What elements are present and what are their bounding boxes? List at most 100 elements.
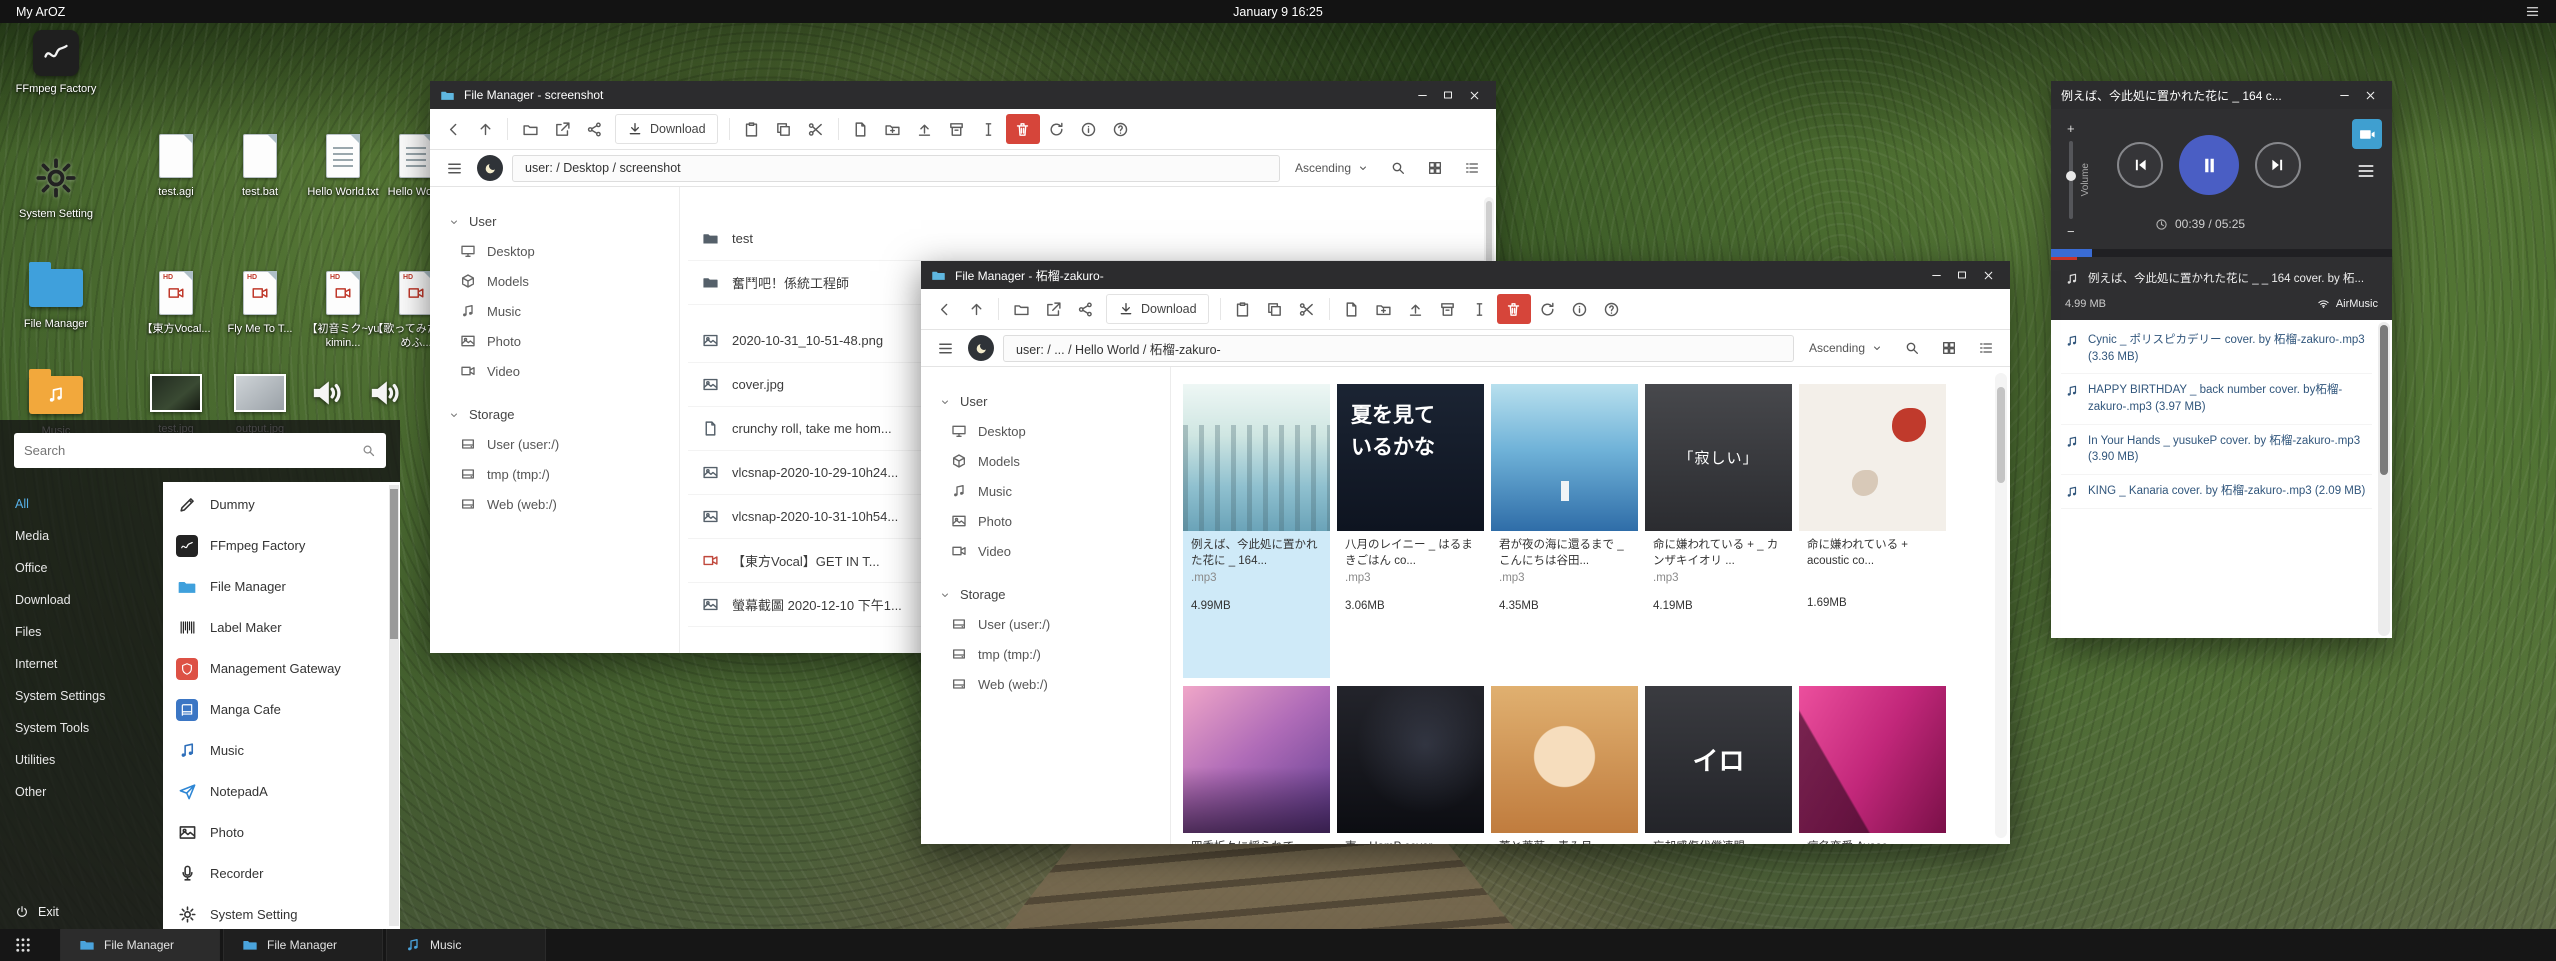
- app-item-system-setting[interactable]: System Setting: [163, 894, 400, 929]
- sidebar-toggle-button[interactable]: [931, 334, 959, 362]
- sidebar-item-desktop[interactable]: Desktop: [430, 236, 679, 266]
- desktop-file[interactable]: test.agi: [128, 131, 224, 200]
- category-system-settings[interactable]: System Settings: [0, 680, 163, 712]
- sidebar-item-music[interactable]: Music: [430, 296, 679, 326]
- sidebar-item-models[interactable]: Models: [921, 446, 1170, 476]
- scrollbar-thumb[interactable]: [1997, 387, 2005, 483]
- new-folder-button[interactable]: [878, 114, 908, 144]
- file-tile[interactable]: 君が夜の海に還るまで _ こんにちは谷田....mp34.35MB: [1491, 384, 1638, 678]
- rename-button[interactable]: [1465, 294, 1495, 324]
- archive-button[interactable]: [1433, 294, 1463, 324]
- file-tile[interactable]: 夏を見て いるかな 八月のレイニー _ はるまきごはん co....mp33.0…: [1337, 384, 1484, 678]
- sidebar-section-storage[interactable]: Storage: [430, 400, 679, 429]
- category-download[interactable]: Download: [0, 584, 163, 616]
- dark-mode-toggle[interactable]: [968, 335, 994, 361]
- desktop-file-audio[interactable]: [300, 368, 356, 423]
- breadcrumb[interactable]: user: / Desktop / screenshot: [512, 155, 1280, 182]
- app-item-ffmpeg-factory[interactable]: FFmpeg Factory: [163, 525, 400, 566]
- new-file-button[interactable]: [846, 114, 876, 144]
- topbar-menu-icon[interactable]: [2525, 4, 2540, 19]
- cut-button[interactable]: [801, 114, 831, 144]
- start-menu-button[interactable]: My ArOZ: [16, 5, 65, 19]
- sidebar-item-web-drive[interactable]: Web (web:/): [921, 669, 1170, 699]
- file-tile-selected[interactable]: 例えば、今此処に置かれた花に _ 164....mp34.99MB: [1183, 384, 1330, 678]
- titlebar[interactable]: 例えば、今此処に置かれた花に _ 164 c...: [2051, 81, 2392, 109]
- open-in-new-window-button[interactable]: [1038, 294, 1068, 324]
- taskbar-task-music[interactable]: Music: [386, 929, 546, 961]
- scrollbar-thumb[interactable]: [390, 489, 398, 639]
- open-button[interactable]: [1006, 294, 1036, 324]
- sidebar-item-web-drive[interactable]: Web (web:/): [430, 489, 679, 519]
- delete-button[interactable]: [1006, 114, 1040, 144]
- category-other[interactable]: Other: [0, 776, 163, 808]
- file-tile[interactable]: 病名恋愛 Avase...: [1799, 686, 1946, 844]
- previous-track-button[interactable]: [2117, 142, 2163, 188]
- search-input[interactable]: [24, 443, 353, 458]
- category-media[interactable]: Media: [0, 520, 163, 552]
- scrollbar[interactable]: [1995, 373, 2007, 838]
- refresh-button[interactable]: [1042, 114, 1072, 144]
- desktop-shortcut-file-manager[interactable]: File Manager: [8, 263, 104, 332]
- rename-button[interactable]: [974, 114, 1004, 144]
- close-button[interactable]: [1462, 84, 1486, 106]
- open-button[interactable]: [515, 114, 545, 144]
- category-office[interactable]: Office: [0, 552, 163, 584]
- playlist-item[interactable]: Cynic _ ポリスピカデリー cover. by 柘榴-zakuro-.mp…: [2061, 324, 2372, 374]
- paste-button[interactable]: [1228, 294, 1258, 324]
- category-all[interactable]: All: [0, 488, 163, 520]
- share-button[interactable]: [579, 114, 609, 144]
- volume-handle[interactable]: [2066, 171, 2076, 181]
- playlist-item[interactable]: HAPPY BIRTHDAY _ back number cover. by柘榴…: [2061, 374, 2372, 424]
- scrollbar[interactable]: [2378, 322, 2390, 636]
- desktop-file-audio[interactable]: [358, 368, 414, 423]
- app-item-label-maker[interactable]: Label Maker: [163, 607, 400, 648]
- share-button[interactable]: [1070, 294, 1100, 324]
- app-item-music[interactable]: Music: [163, 730, 400, 771]
- playlist-item[interactable]: In Your Hands _ yusukeP cover. by 柘榴-zak…: [2061, 425, 2372, 475]
- cut-button[interactable]: [1292, 294, 1322, 324]
- paste-button[interactable]: [737, 114, 767, 144]
- archive-button[interactable]: [942, 114, 972, 144]
- grid-view-button[interactable]: [1935, 334, 1963, 362]
- app-item-notepada[interactable]: NotepadA: [163, 771, 400, 812]
- back-button[interactable]: [438, 114, 468, 144]
- category-files[interactable]: Files: [0, 616, 163, 648]
- category-utilities[interactable]: Utilities: [0, 744, 163, 776]
- sidebar-section-user[interactable]: User: [430, 207, 679, 236]
- playlist-item[interactable]: KING _ Kanaria cover. by 柘榴-zakuro-.mp3 …: [2061, 475, 2372, 509]
- taskbar-task-file-manager-1[interactable]: File Manager: [60, 929, 220, 961]
- sort-order-dropdown[interactable]: Ascending: [1295, 161, 1369, 175]
- app-item-recorder[interactable]: Recorder: [163, 853, 400, 894]
- seek-bar[interactable]: [2051, 249, 2392, 257]
- app-item-photo[interactable]: Photo: [163, 812, 400, 853]
- maximize-button[interactable]: [1950, 264, 1974, 286]
- upload-button[interactable]: [910, 114, 940, 144]
- app-launcher-button[interactable]: [0, 929, 46, 961]
- copy-button[interactable]: [1260, 294, 1290, 324]
- sidebar-item-video[interactable]: Video: [430, 356, 679, 386]
- properties-button[interactable]: [1074, 114, 1104, 144]
- sidebar-item-tmp-drive[interactable]: tmp (tmp:/): [921, 639, 1170, 669]
- file-tile[interactable]: 「寂しい」 命に嫌われている + _ カンザキイオリ ....mp34.19MB: [1645, 384, 1792, 678]
- volume-slider[interactable]: + − Volume: [2067, 121, 2091, 239]
- sidebar-item-video[interactable]: Video: [921, 536, 1170, 566]
- new-file-button[interactable]: [1337, 294, 1367, 324]
- search-button[interactable]: [1898, 334, 1926, 362]
- file-tile[interactable]: 蕾と薔薇 _ 青み月...: [1491, 686, 1638, 844]
- sidebar-item-photo[interactable]: Photo: [921, 506, 1170, 536]
- close-button[interactable]: [2358, 84, 2382, 106]
- sidebar-item-user-drive[interactable]: User (user:/): [430, 429, 679, 459]
- upload-button[interactable]: [1401, 294, 1431, 324]
- breadcrumb[interactable]: user: / ... / Hello World / 柘榴-zakuro-: [1003, 335, 1794, 362]
- download-button[interactable]: Download: [1106, 294, 1209, 324]
- volume-track[interactable]: [2069, 141, 2073, 219]
- app-item-management-gateway[interactable]: Management Gateway: [163, 648, 400, 689]
- desktop-file[interactable]: HDFly Me To T...: [212, 268, 308, 337]
- sidebar-toggle-button[interactable]: [440, 154, 468, 182]
- minimize-button[interactable]: [2332, 84, 2356, 106]
- volume-up[interactable]: +: [2067, 121, 2075, 136]
- list-view-button[interactable]: [1972, 334, 2000, 362]
- taskbar-task-file-manager-2[interactable]: File Manager: [223, 929, 383, 961]
- search-button[interactable]: [1384, 154, 1412, 182]
- sort-order-dropdown[interactable]: Ascending: [1809, 341, 1883, 355]
